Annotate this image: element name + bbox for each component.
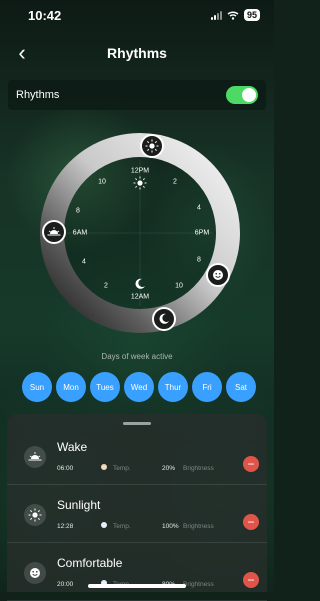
day-sun[interactable]: Sun [22, 372, 52, 402]
item-name: Sunlight [57, 498, 101, 512]
dial-hour-label: 10 [175, 282, 183, 290]
rhythm-item-sunlight[interactable]: Sunlight 12:28 Temp. 100% Brightness − [7, 484, 267, 543]
dial-hour-label: 2 [104, 282, 108, 290]
moon-icon [159, 313, 169, 324]
dial-label-6am: 6AM [72, 229, 88, 237]
brightness-label: Brightness [183, 523, 214, 530]
sunrise-icon [47, 227, 61, 236]
dial-marker-night[interactable] [152, 307, 176, 331]
smiley-icon [213, 270, 223, 280]
dial-marker-sunlight[interactable] [140, 134, 164, 158]
dial-marker-wake[interactable] [42, 220, 66, 244]
item-time: 06:00 [57, 465, 74, 472]
sun-icon [133, 176, 147, 190]
dial-label-12am: 12AM [130, 293, 150, 301]
brightness-value: 20% [162, 465, 176, 472]
dial-hour-label: 8 [197, 256, 201, 264]
rhythm-item-comfortable[interactable]: Comfortable 20:00 Temp. 80% Brightness − [7, 542, 267, 601]
remove-button[interactable]: − [243, 514, 259, 530]
day-wed[interactable]: Wed [124, 372, 154, 402]
item-name: Comfortable [57, 556, 123, 570]
temp-label: Temp. [113, 465, 131, 472]
sun-icon [145, 139, 159, 153]
dial-hour-label: 10 [98, 178, 106, 186]
rhythm-list-sheet: Wake 06:00 Temp. 20% Brightness − Sunlig… [7, 414, 267, 601]
brightness-value: 100% [162, 523, 179, 530]
color-temp-dot [101, 464, 107, 470]
dial-hour-label: 8 [76, 207, 80, 215]
day-tues[interactable]: Tues [90, 372, 120, 402]
dial-hour-label: 4 [82, 258, 86, 266]
sun-icon [24, 504, 46, 526]
rhythm-dial [40, 133, 240, 333]
brightness-label: Brightness [183, 581, 214, 588]
brightness-label: Brightness [183, 465, 214, 472]
color-temp-dot [101, 522, 107, 528]
item-time: 20:00 [57, 581, 74, 588]
day-mon[interactable]: Mon [56, 372, 86, 402]
home-indicator [88, 584, 186, 588]
day-thur[interactable]: Thur [158, 372, 188, 402]
dial-label-6pm: 6PM [194, 229, 210, 237]
day-fri[interactable]: Fri [192, 372, 222, 402]
remove-button[interactable]: − [243, 456, 259, 472]
dial-hour-label: 2 [173, 178, 177, 186]
smiley-icon [24, 562, 46, 584]
temp-label: Temp. [113, 523, 131, 530]
days-caption: Days of week active [101, 352, 173, 361]
rhythm-item-wake[interactable]: Wake 06:00 Temp. 20% Brightness − [7, 426, 267, 485]
dial-marker-comfortable[interactable] [206, 263, 230, 287]
dial-hour-label: 4 [197, 204, 201, 212]
item-time: 12:28 [57, 523, 74, 530]
days-selector: Sun Mon Tues Wed Thur Fri Sat [22, 372, 256, 402]
day-sat[interactable]: Sat [226, 372, 256, 402]
sunrise-icon [24, 446, 46, 468]
remove-button[interactable]: − [243, 572, 259, 588]
sheet-handle[interactable] [123, 422, 151, 425]
dial-label-12pm: 12PM [130, 167, 150, 175]
item-name: Wake [57, 440, 88, 454]
